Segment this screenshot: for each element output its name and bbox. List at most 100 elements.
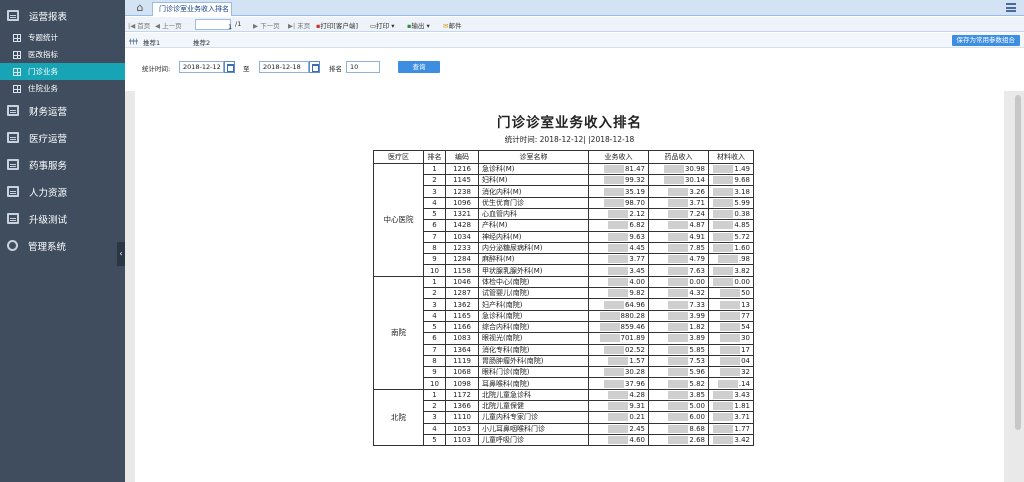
cell-value: 1166 <box>453 323 471 332</box>
home-button[interactable]: ⌂ <box>131 1 149 15</box>
redaction-mask <box>668 424 689 433</box>
redaction-mask <box>603 176 624 185</box>
redaction-mask <box>713 221 734 230</box>
cell-value: 6 <box>432 221 437 230</box>
cell-value: 9 <box>432 255 437 264</box>
cell-value: 30.28 <box>624 368 645 377</box>
sidebar-item-upgrade[interactable]: 升级测试 <box>0 205 125 232</box>
redaction-mask <box>668 187 689 196</box>
redaction-mask <box>720 334 741 343</box>
table-row: 8 1233 内分泌糖尿病科(M) 4.45 7.85 1.60 <box>374 241 754 255</box>
recommend-1[interactable]: 推荐1 <box>143 37 160 47</box>
column-header: 医疗区 <box>373 150 424 164</box>
cell-value: 1096 <box>453 198 471 207</box>
tab-outpatient-ranking[interactable]: 门诊诊室业务收入排名 <box>152 2 232 16</box>
cell-value: 1216 <box>453 164 471 173</box>
business-income-cell: 0.21 <box>588 411 649 424</box>
clinic-name-cell: 消化专科(南院) <box>478 343 589 356</box>
material-income-cell: 5.72 <box>708 230 754 243</box>
cell-value: 6.82 <box>629 221 645 230</box>
redaction-mask <box>713 266 734 275</box>
clinic-name-cell: 胃肠肿瘤外科(南院) <box>478 354 589 368</box>
cell-value: 优生优育门诊 <box>482 198 524 207</box>
clinic-name-cell: 心血管内科 <box>478 207 589 221</box>
redaction-mask <box>717 255 738 264</box>
calendar-icon[interactable] <box>224 61 235 73</box>
cell-value: 1.57 <box>629 356 645 365</box>
vertical-scrollbar[interactable] <box>1015 95 1021 430</box>
export-button[interactable]: ▪输出 ▾ <box>407 20 430 30</box>
clinic-name-cell: 消化内科(M) <box>478 185 589 198</box>
cell-value: 1.81 <box>734 402 750 411</box>
code-cell: 1145 <box>445 174 479 187</box>
print-button[interactable]: ▭打印 ▾ <box>370 20 395 30</box>
redaction-mask <box>608 413 629 422</box>
rank-cell: 5 <box>423 433 446 447</box>
redaction-mask <box>720 300 741 309</box>
print-client-button[interactable]: ▪打印[客户端] <box>316 20 358 30</box>
prev-page-button[interactable]: ◀ 上一页 <box>155 20 182 30</box>
clinic-name-cell: 内分泌糖尿病科(M) <box>478 241 589 255</box>
redaction-mask <box>668 232 689 241</box>
code-cell: 1428 <box>445 219 479 232</box>
sidebar-item-finance[interactable]: 财务运营 <box>0 97 125 124</box>
sidebar-subitem-outpatient[interactable]: 门诊业务 <box>0 63 125 80</box>
clinic-name-cell: 甲状腺乳腺外科(M) <box>478 264 589 277</box>
sidebar-item-reports[interactable]: 运营报表 <box>0 2 125 29</box>
redaction-mask <box>608 436 629 445</box>
material-income-cell: 32 <box>708 366 754 379</box>
sidebar-item-hr[interactable]: 人力资源 <box>0 178 125 205</box>
material-income-cell: 4.85 <box>708 219 754 232</box>
report-page: 门诊诊室业务收入排名 统计时间: 2018-12-12| |2018-12-18… <box>135 91 1004 482</box>
table-row: 3 1238 消化内科(M) 35.19 3.26 3.18 <box>374 185 754 198</box>
sidebar-subitem-reform[interactable]: 医改指标 <box>0 46 125 63</box>
cell-value: 产科(M) <box>482 221 508 230</box>
cell-value: 0.21 <box>629 413 645 422</box>
cell-value: 1238 <box>453 187 471 196</box>
business-income-cell: 1.57 <box>588 354 649 368</box>
table-row: 2 1145 妇科(M) 99.32 30.14 9.68 <box>374 174 754 187</box>
redaction-mask <box>608 402 629 411</box>
business-income-cell: 9.82 <box>588 287 649 300</box>
last-page-button[interactable]: ▶| 末页 <box>288 20 310 30</box>
sidebar-subitem-topics[interactable]: 专题统计 <box>0 29 125 46</box>
next-page-button[interactable]: ▶ 下一页 <box>253 20 280 30</box>
rank-cell: 3 <box>423 185 446 198</box>
start-date-input[interactable]: 2018-12-12 <box>179 61 224 73</box>
redaction-mask <box>713 402 734 411</box>
cell-value: 5.00 <box>689 402 705 411</box>
sidebar-collapse-button[interactable]: ‹ <box>117 242 125 266</box>
chevron-left-icon: ‹ <box>119 249 123 258</box>
first-page-button[interactable]: |◀ 首页 <box>128 20 150 30</box>
cell-value: 4.45 <box>629 244 645 253</box>
table-row: 6 1428 产科(M) 6.82 4.87 4.85 <box>374 219 754 232</box>
code-cell: 1110 <box>445 411 479 424</box>
cell-value: 8 <box>432 356 437 365</box>
cell-value: 1364 <box>453 345 471 354</box>
calendar-icon[interactable] <box>309 61 320 73</box>
cell-value: 北院儿童保健 <box>482 402 524 411</box>
end-date-input[interactable]: 2018-12-18 <box>259 61 309 73</box>
mail-button[interactable]: ✉邮件 <box>443 20 461 30</box>
redaction-mask <box>720 289 741 298</box>
sidebar-item-admin[interactable]: 管理系统 <box>0 232 125 259</box>
rank-input[interactable]: 10 <box>346 61 380 73</box>
rank-cell: 9 <box>423 253 446 266</box>
code-cell: 1103 <box>445 433 479 447</box>
cell-value: 麻醉科(M) <box>482 255 515 264</box>
query-button[interactable]: 查询 <box>398 61 440 73</box>
table-row: 9 1284 麻醉科(M) 3.77 4.79 .98 <box>374 253 754 266</box>
home-icon: ⌂ <box>136 1 144 14</box>
menu-icon[interactable] <box>1006 3 1016 12</box>
save-params-button[interactable]: 保存为常用参数组合 <box>951 35 1020 46</box>
sidebar-item-medical[interactable]: 医疗运营 <box>0 124 125 151</box>
page-input[interactable]: 1 <box>195 19 232 31</box>
cell-value: 4.32 <box>689 289 705 298</box>
sidebar-item-pharmacy[interactable]: 药事服务 <box>0 151 125 178</box>
cell-value: 心血管内科 <box>482 210 517 219</box>
clinic-name-cell: 体检中心(南院) <box>478 275 589 289</box>
recommend-2[interactable]: 推荐2 <box>193 37 210 47</box>
sidebar-subitem-inpatient[interactable]: 住院业务 <box>0 80 125 97</box>
material-income-cell: 17 <box>708 343 754 356</box>
cell-value: 试管婴儿(南院) <box>482 289 530 298</box>
